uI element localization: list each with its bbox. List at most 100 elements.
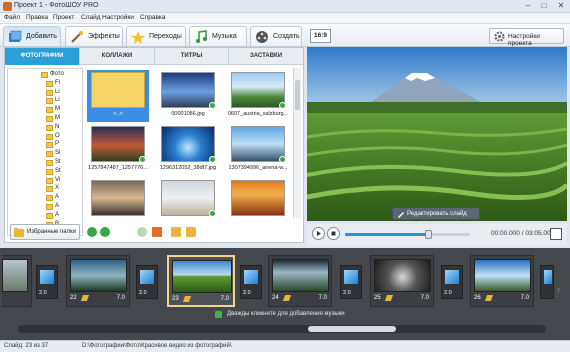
tab-intros[interactable]: ЗАСТАВКИ — [229, 48, 303, 65]
menu-slide[interactable]: Слайд — [81, 14, 101, 21]
edit-pencil-icon[interactable] — [384, 295, 394, 301]
slide-23[interactable]: 23 7.0 — [167, 255, 235, 307]
slide-26[interactable]: 26 7.0 — [470, 255, 534, 307]
tree-item[interactable]: Fl — [8, 80, 82, 89]
transition-tile[interactable]: 2.0 — [36, 265, 58, 299]
tree-item[interactable]: O — [8, 133, 82, 142]
tree-item-label: Фото — [50, 71, 64, 77]
edit-pencil-icon[interactable] — [484, 295, 494, 301]
fullscreen-button[interactable] — [550, 228, 562, 240]
slide-partial[interactable] — [2, 255, 32, 307]
transition-tile[interactable]: 2.0 — [441, 265, 463, 299]
folder-tree[interactable]: ФотоFlLiLiMMNOPSlStStViXАААВД — [7, 68, 83, 236]
edit-pencil-icon[interactable] — [282, 295, 292, 301]
play-button[interactable] — [312, 227, 325, 240]
gear-icon — [494, 31, 505, 42]
folder-icon — [46, 212, 53, 219]
tree-item[interactable]: Li — [8, 89, 82, 98]
thumb-photo[interactable]: 1296312052_38df7.jpg — [157, 124, 219, 176]
tree-item[interactable]: St — [8, 168, 82, 177]
menu-edit[interactable]: Правка — [26, 14, 48, 21]
tab-photos[interactable]: ФОТОГРАФИИ — [5, 48, 80, 65]
preview-image — [307, 47, 567, 221]
thumb-photo[interactable]: 0607_austria_salzburg... — [227, 70, 289, 122]
slide-image — [172, 260, 232, 293]
transition-tile[interactable]: 2.0 — [136, 265, 158, 299]
folder-icon — [46, 124, 53, 131]
transition-tile[interactable]: 2.0 — [240, 265, 262, 299]
seek-handle[interactable] — [424, 230, 432, 239]
tree-item[interactable]: P — [8, 141, 82, 150]
tree-item[interactable]: Li — [8, 97, 82, 106]
slide-25[interactable]: 25 7.0 — [370, 255, 434, 307]
timeline-scrollbar[interactable] — [18, 325, 546, 333]
home-icon[interactable] — [152, 227, 162, 237]
transition-tile[interactable] — [540, 265, 554, 299]
slide-22[interactable]: 22 7.0 — [66, 255, 130, 307]
thumb-parent-folder[interactable]: <..> — [87, 70, 149, 122]
scroll-right-icon[interactable]: › — [557, 284, 560, 294]
aspect-ratio-button[interactable]: 16:9 — [310, 29, 331, 43]
down-arrow-icon[interactable] — [137, 227, 147, 237]
thumb-photo[interactable] — [157, 178, 219, 230]
slide-24[interactable]: 24 7.0 — [268, 255, 332, 307]
transition-tile[interactable]: 2.0 — [340, 265, 362, 299]
tab-music[interactable]: Музыка — [189, 26, 247, 46]
project-settings-button[interactable]: Настройки проекта — [489, 28, 564, 47]
slide-number: 22 — [70, 295, 77, 301]
tree-item[interactable]: M — [8, 106, 82, 115]
tab-effects[interactable]: Эффекты — [65, 26, 123, 46]
used-check-icon — [209, 102, 216, 109]
tab-transitions[interactable]: Переходы — [126, 26, 186, 46]
folder-open-icon[interactable] — [186, 227, 196, 237]
tree-item[interactable]: St — [8, 159, 82, 168]
thumb-photo[interactable] — [87, 178, 149, 230]
menu-file[interactable]: Файл — [4, 14, 20, 21]
music-track[interactable]: Дважды кликните для добавления музыки — [0, 310, 570, 320]
tree-item[interactable]: А — [8, 203, 82, 212]
tab-titles[interactable]: ТИТРЫ — [155, 48, 229, 65]
maximize-button[interactable]: □ — [538, 1, 550, 11]
slide-duration: 7.0 — [220, 296, 229, 302]
scrollbar-thumb[interactable] — [295, 80, 300, 110]
menu-project[interactable]: Проект — [53, 14, 74, 21]
folder-icon — [46, 151, 53, 158]
seek-bar[interactable] — [345, 230, 470, 239]
back-arrow-icon[interactable] — [87, 227, 97, 237]
timeline-scrollbar-thumb[interactable] — [308, 326, 396, 332]
edit-slide-button[interactable]: Редактировать слайд — [392, 207, 480, 220]
menu-help[interactable]: Справка — [140, 14, 166, 21]
folder-add-icon[interactable] — [171, 227, 181, 237]
favorites-button[interactable]: Избранные папки — [10, 224, 80, 240]
tree-item[interactable]: Sl — [8, 150, 82, 159]
tree-item[interactable]: N — [8, 124, 82, 133]
slide-image — [2, 259, 28, 292]
minimize-button[interactable]: – — [522, 1, 534, 11]
menu-settings[interactable]: Настройки — [102, 14, 134, 21]
transition-icon — [445, 270, 459, 284]
slide-counter: Слайд: 23 из 37 — [4, 343, 49, 349]
thumb-photo[interactable] — [227, 178, 289, 230]
tree-item[interactable]: Фото — [8, 71, 82, 80]
edit-pencil-icon[interactable] — [182, 296, 192, 302]
tree-item[interactable]: M — [8, 115, 82, 124]
tab-create[interactable]: Создать — [250, 26, 302, 46]
close-button[interactable]: ✕ — [555, 1, 567, 11]
tab-add[interactable]: Добавить — [3, 26, 61, 46]
edit-pencil-icon[interactable] — [80, 295, 90, 301]
forward-arrow-icon[interactable] — [100, 227, 110, 237]
tree-item[interactable]: А — [8, 212, 82, 221]
thumb-photo[interactable]: 1307394996_airena-w... — [227, 124, 289, 176]
transition-duration: 2.0 — [444, 290, 452, 296]
tree-item[interactable]: Vi — [8, 177, 82, 186]
tab-collages[interactable]: КОЛЛАЖИ — [80, 48, 155, 65]
stop-button[interactable] — [327, 227, 340, 240]
thumb-photo[interactable]: 00001086.jpg — [157, 70, 219, 122]
tree-item-label: Li — [55, 88, 60, 95]
slide-number: 25 — [374, 295, 381, 301]
tree-item[interactable]: А — [8, 194, 82, 203]
tree-item[interactable]: X — [8, 185, 82, 194]
music-note-icon — [215, 311, 222, 318]
thumb-photo[interactable]: 1257847487_1257776... — [87, 124, 149, 176]
photo-grid-scrollbar[interactable] — [293, 68, 301, 218]
